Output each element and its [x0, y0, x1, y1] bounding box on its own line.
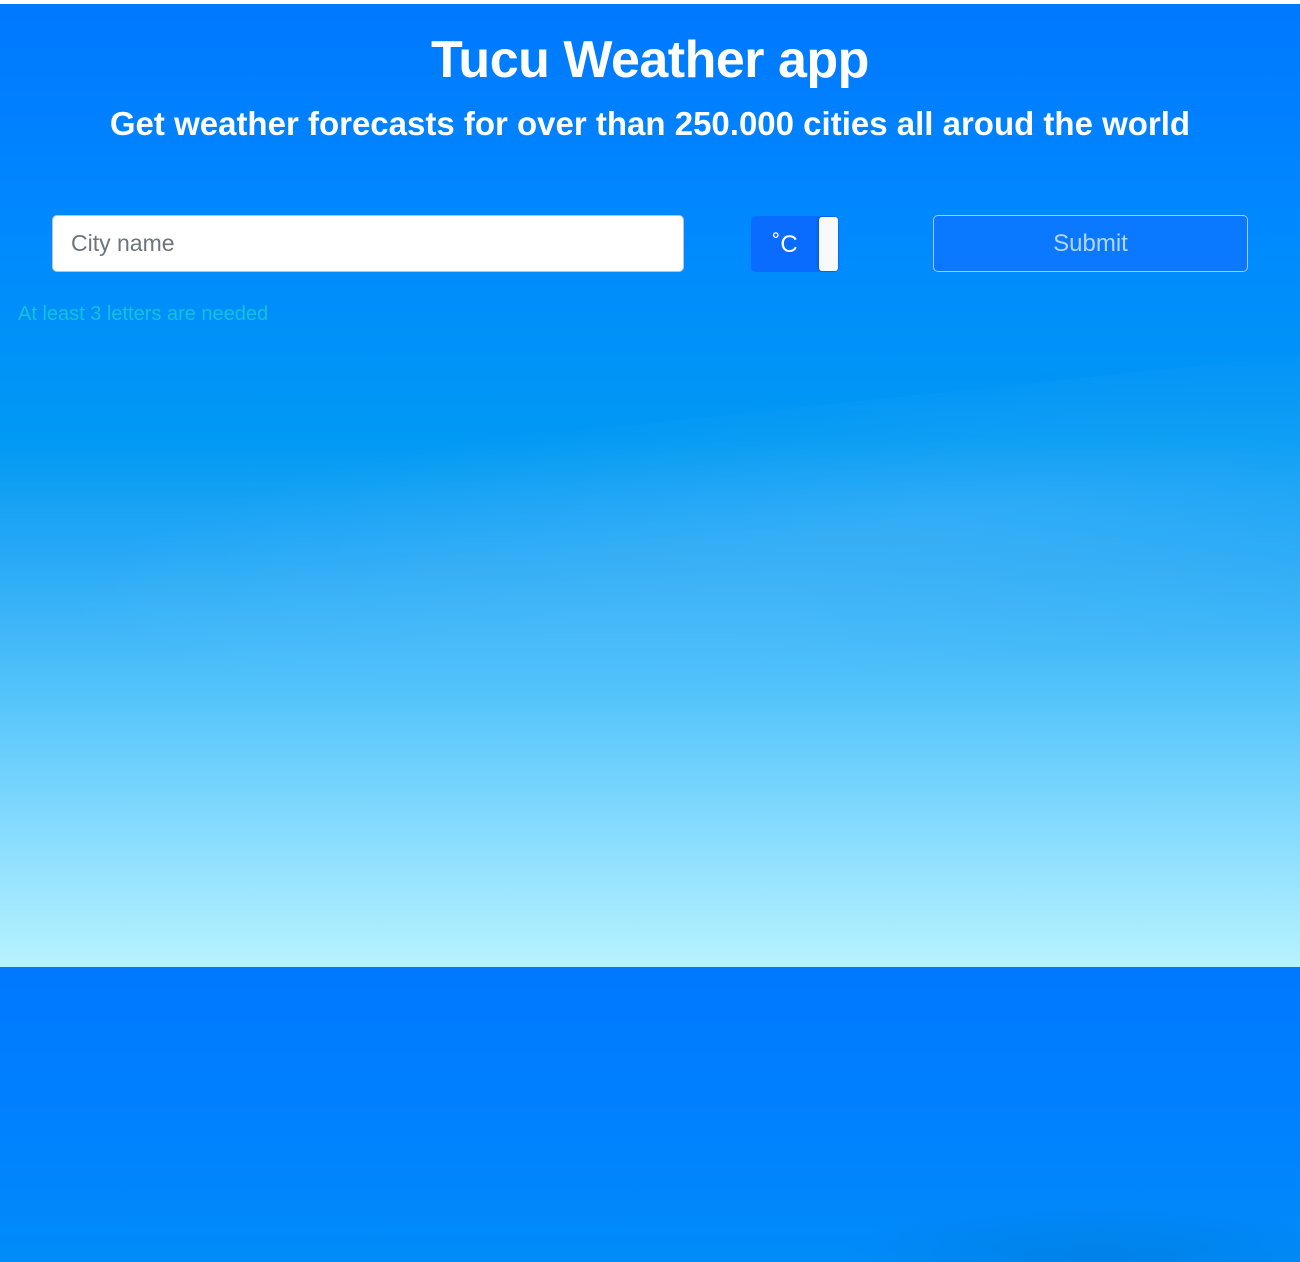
validation-message: At least 3 letters are needed — [18, 303, 269, 325]
page-title: Tucu Weather app — [431, 31, 869, 89]
submit-button[interactable]: Submit — [933, 215, 1248, 272]
celsius-label: ˚C — [772, 231, 798, 258]
sky-background — [0, 4, 1300, 967]
toggle-knob[interactable] — [819, 217, 838, 271]
city-name-input[interactable] — [52, 215, 684, 272]
page-subtitle: Get weather forecasts for over than 250.… — [109, 105, 1191, 142]
temperature-unit-toggle[interactable]: ˚C — [751, 216, 839, 272]
sky-background-lower — [0, 967, 1300, 1262]
